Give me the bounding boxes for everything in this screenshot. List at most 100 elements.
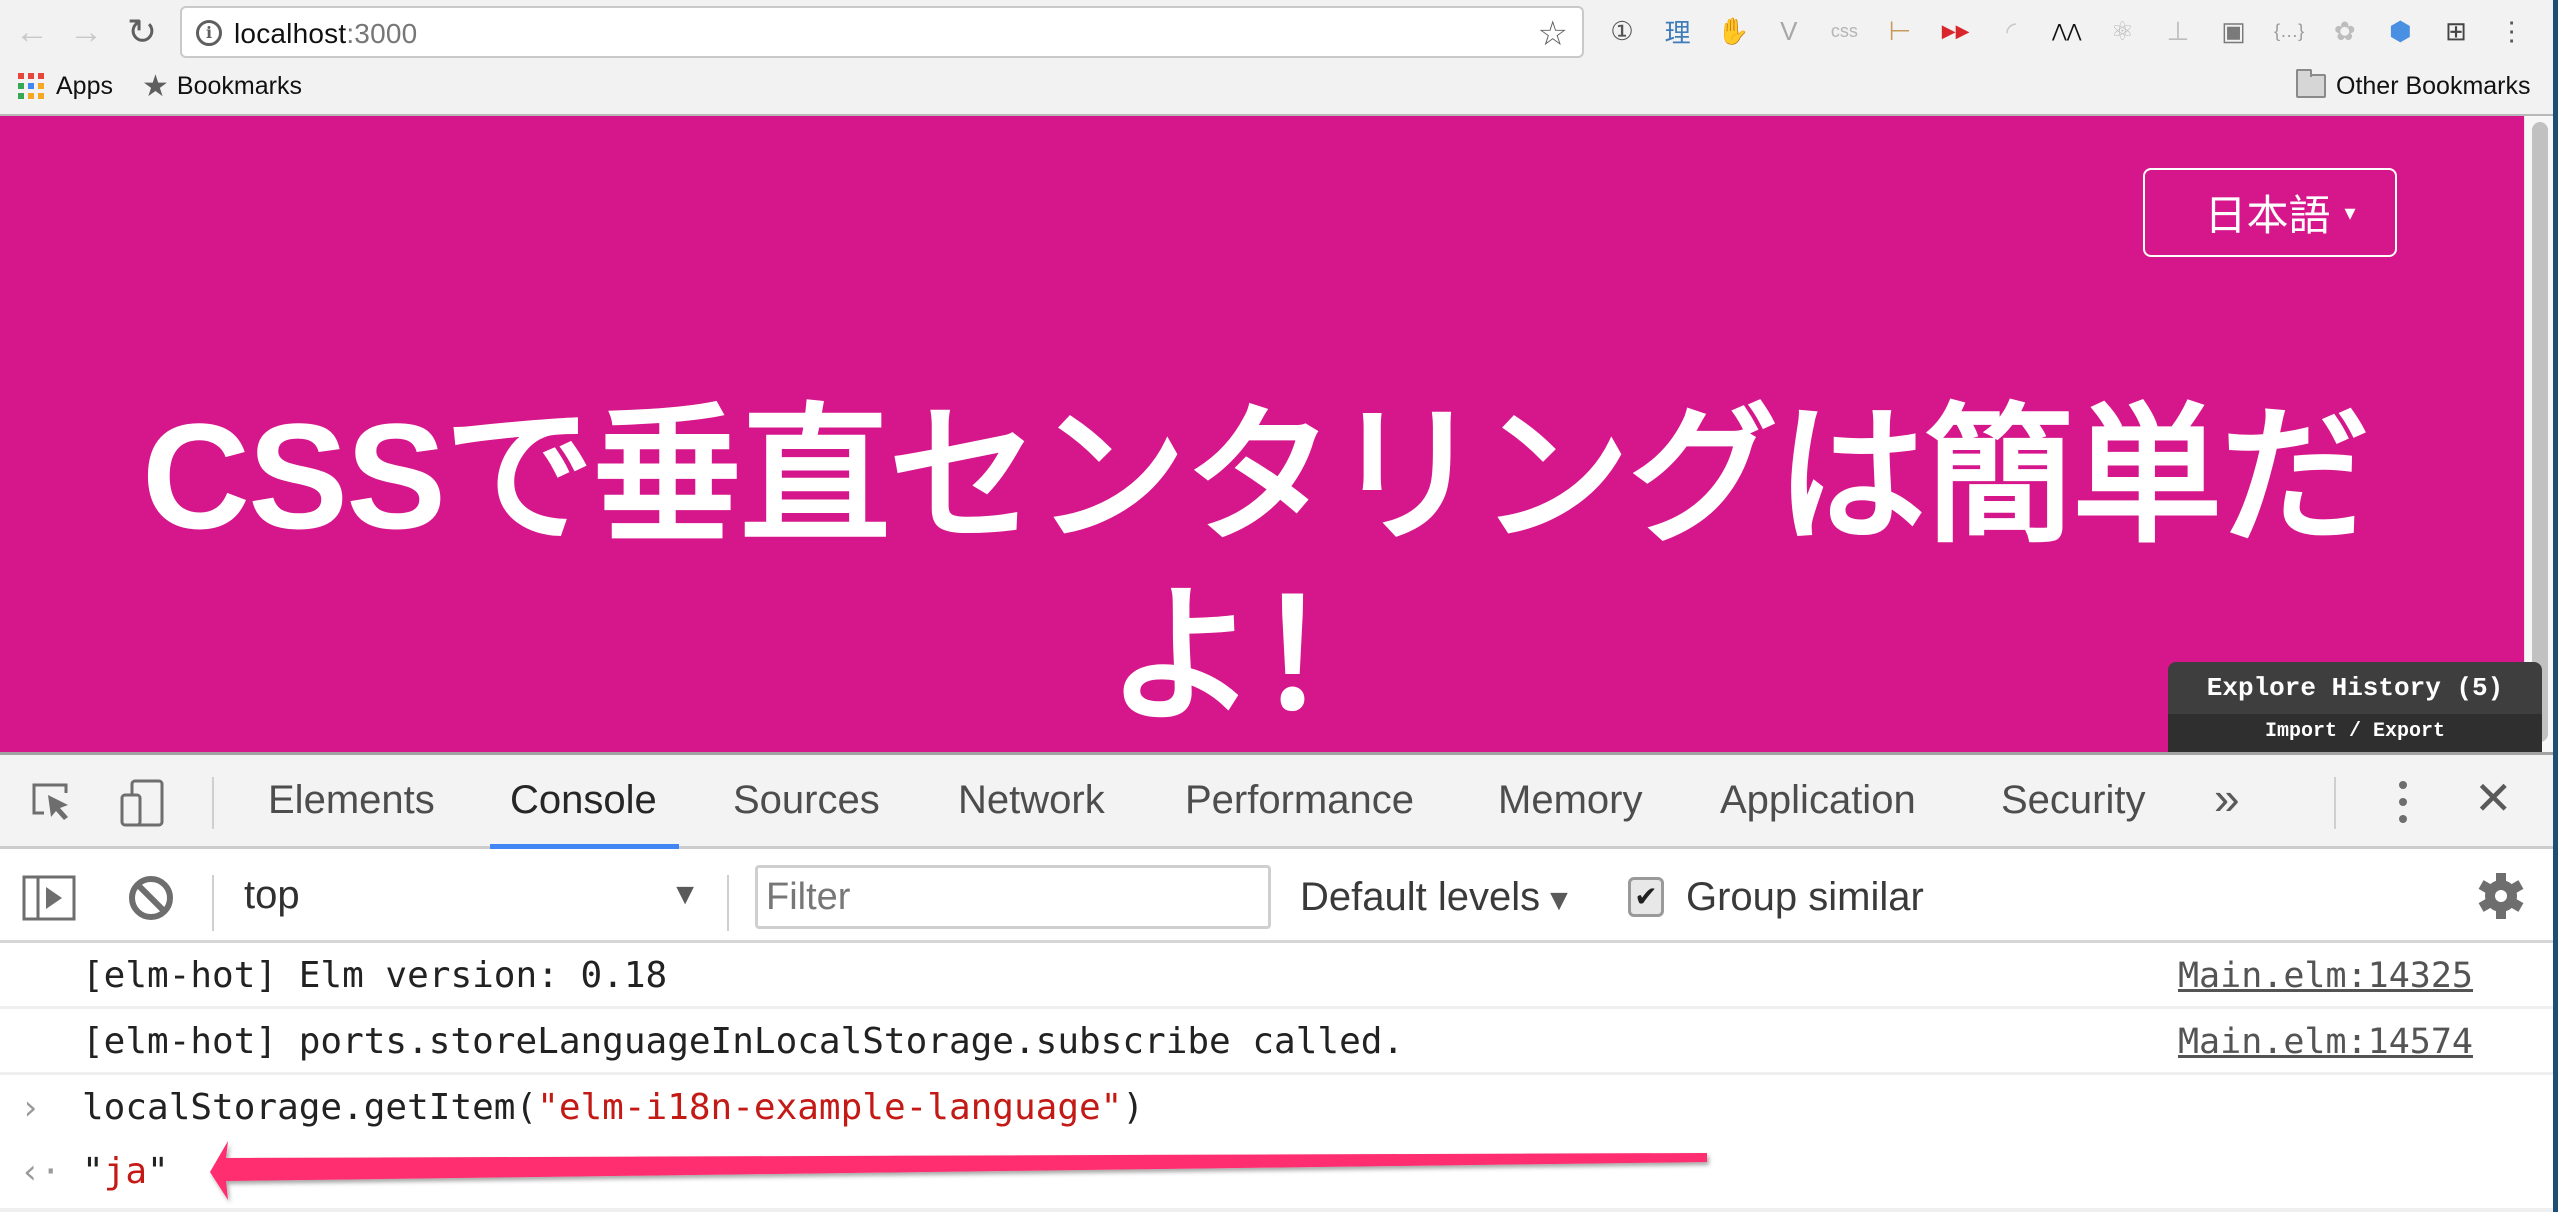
outlet-icon[interactable]: ▣: [2214, 12, 2254, 50]
evernote-icon[interactable]: ✿: [2325, 12, 2365, 50]
source-link[interactable]: Main.elm:14325: [2178, 943, 2473, 1009]
site-info-icon[interactable]: i: [196, 20, 222, 46]
tab-memory[interactable]: Memory: [1498, 755, 1642, 846]
back-button[interactable]: ←: [12, 12, 52, 52]
star-filled-icon: ★: [142, 69, 169, 103]
input-prompt-icon: ›: [20, 1088, 41, 1128]
1password-icon[interactable]: ①: [1602, 12, 1642, 50]
page-scrollbar[interactable]: [2524, 116, 2553, 752]
language-selector[interactable]: 日本語 ▾: [2143, 168, 2397, 257]
message-text: [elm-hot] Elm version: 0.18: [82, 955, 668, 996]
url-text[interactable]: localhost:3000: [234, 18, 417, 50]
console-command[interactable]: › localStorage.getItem("elm-i18n-example…: [0, 1075, 2553, 1139]
tab-performance[interactable]: Performance: [1185, 755, 1414, 846]
url-port: :3000: [346, 18, 418, 49]
result-quote: ": [147, 1151, 169, 1192]
back-arrow-icon: ←: [15, 12, 49, 51]
reload-button[interactable]: ↻: [122, 11, 162, 52]
folder-icon: [2296, 69, 2326, 98]
separator: [2334, 777, 2336, 829]
context-value: top: [244, 873, 300, 917]
forward-arrow-icon: →: [69, 12, 103, 51]
react-devtools-icon[interactable]: ⚛: [2102, 12, 2142, 50]
group-similar-label: Group similar: [1686, 874, 1924, 919]
console-toolbar: top ▼ Default levels▼ ✔ Group similar: [0, 849, 2553, 943]
bookmark-apps[interactable]: Apps: [18, 68, 113, 104]
result-value: ja: [103, 1151, 148, 1192]
result-prompt-icon: ‹·: [20, 1152, 61, 1192]
dropdown-arrow-icon: ▼: [1544, 884, 1574, 917]
show-sidebar-icon[interactable]: [22, 875, 76, 921]
console-settings-icon[interactable]: [2476, 871, 2526, 921]
inspect-element-icon[interactable]: [28, 777, 78, 827]
elm-debugger-overlay: Explore History (5) Import / Export: [2168, 662, 2542, 754]
close-devtools-icon[interactable]: ✕: [2474, 771, 2513, 825]
dropdown-arrow-icon: ▼: [670, 878, 700, 911]
command-suffix: ): [1122, 1087, 1145, 1128]
source-link[interactable]: Main.elm:14574: [2178, 1009, 2473, 1075]
tab-elements[interactable]: Elements: [268, 755, 435, 846]
window-grid-icon[interactable]: ⊞: [2436, 12, 2476, 50]
apps-label: Apps: [56, 71, 113, 100]
log-levels-dropdown[interactable]: Default levels ▼: [1300, 865, 1574, 933]
clear-console-icon[interactable]: [126, 873, 176, 923]
command-prefix: localStorage.getItem(: [82, 1087, 538, 1128]
console-message: [elm-hot] Elm version: 0.18 Main.elm:143…: [0, 943, 2553, 1009]
url-host: localhost: [234, 18, 347, 49]
bookmark-bookmarks[interactable]: ★ Bookmarks: [142, 68, 302, 104]
apps-grid-icon: [18, 73, 44, 99]
result-quote: ": [82, 1151, 104, 1192]
scrollbar-thumb[interactable]: [2532, 122, 2548, 742]
devtools-tab-bar: Elements Console Sources Network Performance…: [0, 755, 2553, 849]
result-text: "ja": [82, 1139, 169, 1205]
caret-down-icon: ▾: [2344, 199, 2356, 225]
forward-button[interactable]: →: [66, 12, 106, 52]
device-toolbar-icon[interactable]: [118, 777, 168, 827]
tab-sources[interactable]: Sources: [733, 755, 880, 846]
devtools-panel: Elements Console Sources Network Performance…: [0, 752, 2553, 1212]
ruler-icon[interactable]: ⊢: [1880, 12, 1920, 50]
import-export-button[interactable]: Import / Export: [2168, 714, 2542, 754]
sitemap-icon[interactable]: ⊥: [2158, 12, 2198, 50]
console-message: [elm-hot] ports.storeLanguageInLocalStor…: [0, 1009, 2553, 1075]
tab-network[interactable]: Network: [958, 755, 1105, 846]
console-output: [elm-hot] Elm version: 0.18 Main.elm:143…: [0, 943, 2553, 1203]
browser-toolbar: ← → ↻ i localhost:3000 ☆ ① 理 ✋ Vcss ⊢ ▶▶ ◜ ⋀⋀ ⚛ ⊥…: [0, 0, 2558, 116]
group-similar-toggle[interactable]: ✔ Group similar: [1628, 865, 1924, 929]
explore-history-button[interactable]: Explore History (5): [2168, 662, 2542, 714]
language-selector-label: 日本語: [2204, 192, 2331, 239]
other-bookmarks[interactable]: Other Bookmarks: [2296, 68, 2531, 104]
adblock-icon[interactable]: ✋: [1713, 12, 1753, 50]
context-select[interactable]: top ▼: [244, 865, 700, 925]
command-argument: "elm-i18n-example-language": [537, 1087, 1123, 1128]
codepen-icon[interactable]: ⋀⋀: [2047, 12, 2087, 50]
chrome-menu-icon[interactable]: ⋮: [2492, 12, 2532, 50]
log-levels-label: Default levels: [1300, 875, 1541, 919]
group-similar-checkbox[interactable]: ✔: [1628, 877, 1664, 917]
other-bookmarks-label: Other Bookmarks: [2336, 71, 2531, 100]
css-validator-icon[interactable]: css: [1824, 12, 1864, 50]
filter-input[interactable]: [755, 865, 1271, 929]
command-text: localStorage.getItem("elm-i18n-example-l…: [82, 1075, 1144, 1141]
tab-console[interactable]: Console: [490, 755, 679, 849]
json-viewer-icon[interactable]: {…}: [2269, 12, 2309, 50]
vimium-icon[interactable]: V: [1769, 12, 1809, 50]
bookmarks-label: Bookmarks: [176, 71, 302, 100]
bookmark-star-icon[interactable]: ☆: [1538, 14, 1568, 54]
tab-security[interactable]: Security: [2001, 755, 2146, 846]
tab-application[interactable]: Application: [1720, 755, 1916, 846]
feedly-icon[interactable]: ◜: [1991, 12, 2031, 50]
tag-icon[interactable]: ⬢: [2380, 12, 2420, 50]
page-viewport: 日本語 ▾ CSSで垂直センタリングは簡単だよ！: [0, 116, 2524, 752]
console-result: ‹· "ja": [0, 1139, 2553, 1203]
devtools-menu-icon[interactable]: [2388, 777, 2418, 827]
more-tabs-button[interactable]: »: [2214, 755, 2240, 841]
address-bar[interactable]: i localhost:3000 ☆: [180, 6, 1584, 58]
youtube-speed-icon[interactable]: ▶▶: [1936, 12, 1976, 50]
window-edge: [2553, 0, 2558, 1212]
rikaikun-icon[interactable]: 理: [1658, 12, 1698, 50]
console-bottom-border: [0, 1208, 2553, 1212]
separator: [212, 777, 214, 829]
reload-icon: ↻: [126, 11, 158, 52]
message-text: [elm-hot] ports.storeLanguageInLocalStor…: [82, 1021, 1405, 1062]
